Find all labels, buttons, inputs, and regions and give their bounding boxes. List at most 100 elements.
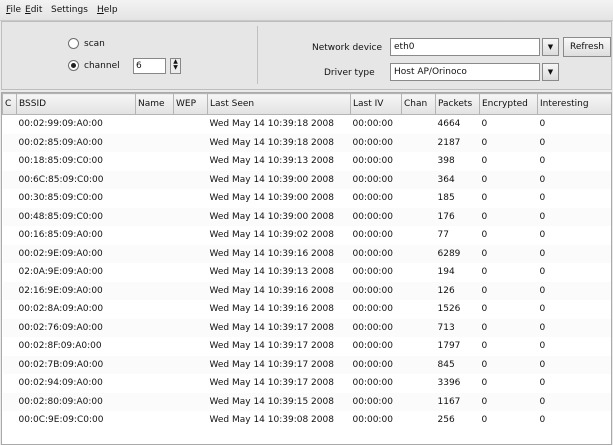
col-header-interesting[interactable]: Interesting xyxy=(537,93,611,115)
cell-last-seen: Wed May 14 10:39:00 2008 xyxy=(207,170,351,189)
table-row[interactable]: 00:30:85:09:C0:00 Wed May 14 10:39:00 200… xyxy=(3,189,612,208)
cell-chan xyxy=(401,281,436,300)
cell-wep xyxy=(174,152,208,171)
refresh-button[interactable]: Refresh xyxy=(563,37,611,57)
network-device-field[interactable]: eth0 xyxy=(390,38,540,56)
cell-name xyxy=(135,207,174,226)
menu-file[interactable]: File xyxy=(6,5,21,15)
cell-wep xyxy=(174,189,208,208)
cell-interesting: 0 xyxy=(539,267,546,278)
channel-stepper[interactable]: ▲ ▼ xyxy=(170,58,181,74)
menu-edit[interactable]: Edit xyxy=(25,5,42,15)
table-header-row: C BSSID Name WEP Last Seen Last IV Chan … xyxy=(2,93,611,115)
table-row[interactable]: 00:16:85:09:A0:00 Wed May 14 10:39:02 200… xyxy=(3,226,612,245)
channel-input[interactable]: 6 xyxy=(133,58,166,74)
cell-chan xyxy=(401,170,436,189)
cell-c xyxy=(3,337,17,356)
cell-c xyxy=(3,411,17,430)
table-row[interactable]: 00:02:8F:09:A0:00 Wed May 14 10:39:17 200… xyxy=(3,337,612,356)
table-row[interactable]: 00:02:8A:09:A0:00 Wed May 14 10:39:16 200… xyxy=(3,300,612,319)
col-header-name[interactable]: Name xyxy=(135,93,174,115)
cell-c xyxy=(2,244,17,263)
cell-encrypted: 0 xyxy=(481,119,488,130)
network-device-label: Network device xyxy=(312,43,383,53)
col-header-bssid[interactable]: BSSID xyxy=(16,93,136,115)
scan-radio[interactable] xyxy=(68,38,79,49)
cell-encrypted: 0 xyxy=(481,341,488,352)
cell-chan xyxy=(401,318,436,337)
cell-chan xyxy=(402,263,436,282)
table-row[interactable]: 00:18:85:09:C0:00 Wed May 14 10:39:13 200… xyxy=(3,152,612,171)
table-row[interactable]: 00:02:7B:09:A0:00 Wed May 14 10:39:17 200… xyxy=(2,355,611,374)
cell-c xyxy=(3,300,17,319)
cell-name xyxy=(135,318,174,337)
col-header-last-iv[interactable]: Last IV xyxy=(350,93,402,115)
cell-packets: 1526 xyxy=(437,304,461,315)
cell-name xyxy=(136,152,174,171)
table-row[interactable]: 00:0C:9E:09:C0:00 Wed May 14 10:39:08 200… xyxy=(3,411,612,430)
table-row[interactable]: 00:02:76:09:A0:00 Wed May 14 10:39:17 200… xyxy=(2,318,611,337)
cell-encrypted: 0 xyxy=(479,281,538,300)
cell-last-seen: Wed May 14 10:39:17 2008 xyxy=(207,355,351,374)
cell-bssid: 00:30:85:09:C0:00 xyxy=(18,193,103,204)
cell-chan xyxy=(402,226,436,245)
col-header-encrypted[interactable]: Encrypted xyxy=(479,93,538,115)
cell-chan xyxy=(402,300,436,319)
cell-name xyxy=(136,226,174,245)
cell-last-seen: Wed May 14 10:39:13 2008 xyxy=(209,156,334,167)
cell-wep xyxy=(173,318,208,337)
cell-wep xyxy=(173,281,208,300)
cell-last-seen: Wed May 14 10:39:17 2008 xyxy=(207,318,351,337)
cell-last-iv: 00:00:00 xyxy=(350,318,402,337)
cell-name xyxy=(135,355,174,374)
cell-bssid: 00:02:8F:09:A0:00 xyxy=(18,341,102,352)
chevron-down-icon[interactable]: ▼ xyxy=(171,65,180,71)
cell-c xyxy=(3,374,17,393)
network-device-dropdown[interactable]: ▼ xyxy=(542,38,559,56)
cell-last-seen: Wed May 14 10:39:08 2008 xyxy=(209,415,334,426)
driver-type-dropdown[interactable]: ▼ xyxy=(542,63,559,81)
menu-help[interactable]: Help xyxy=(97,5,118,15)
table-row[interactable]: 00:48:85:09:C0:00 Wed May 14 10:39:00 200… xyxy=(2,207,611,226)
cell-wep xyxy=(174,263,208,282)
cell-c xyxy=(2,133,17,152)
cell-interesting: 0 xyxy=(537,392,611,411)
table-row[interactable]: 02:16:9E:09:A0:00 Wed May 14 10:39:16 200… xyxy=(2,281,611,300)
col-header-c[interactable]: C xyxy=(2,93,17,115)
cell-bssid: 00:02:76:09:A0:00 xyxy=(16,318,136,337)
col-header-last-seen[interactable]: Last Seen xyxy=(207,93,351,115)
driver-type-field[interactable]: Host AP/Orinoco xyxy=(390,63,540,81)
cell-name xyxy=(136,337,174,356)
cell-interesting: 0 xyxy=(537,355,611,374)
cell-last-seen: Wed May 14 10:39:17 2008 xyxy=(209,378,334,389)
col-header-wep[interactable]: WEP xyxy=(173,93,208,115)
cell-interesting: 0 xyxy=(537,170,611,189)
channel-radio[interactable] xyxy=(68,60,79,71)
menu-settings[interactable]: Settings xyxy=(51,5,88,15)
col-header-chan[interactable]: Chan xyxy=(401,93,436,115)
cell-wep xyxy=(173,244,208,263)
chevron-down-icon: ▼ xyxy=(547,68,554,76)
cell-encrypted: 0 xyxy=(479,244,538,263)
cell-last-iv: 00:00:00 xyxy=(352,304,393,315)
table-row[interactable]: 00:6C:85:09:C0:00 Wed May 14 10:39:00 200… xyxy=(2,170,611,189)
table-row[interactable]: 02:0A:9E:09:A0:00 Wed May 14 10:39:13 200… xyxy=(3,263,612,282)
cell-packets: 185 xyxy=(437,193,455,204)
table-row[interactable]: 00:02:99:09:A0:00 Wed May 14 10:39:18 200… xyxy=(3,115,612,134)
menu-bar: File Edit Settings Help xyxy=(0,0,613,21)
cell-encrypted: 0 xyxy=(479,207,538,226)
cell-interesting: 0 xyxy=(537,281,611,300)
cell-wep xyxy=(174,226,208,245)
cell-last-seen: Wed May 14 10:39:00 2008 xyxy=(209,193,334,204)
cell-wep xyxy=(173,392,208,411)
col-header-packets[interactable]: Packets xyxy=(435,93,480,115)
table-row[interactable]: 00:02:9E:09:A0:00 Wed May 14 10:39:16 200… xyxy=(2,244,611,263)
table-row[interactable]: 00:02:80:09:A0:00 Wed May 14 10:39:15 200… xyxy=(2,392,611,411)
network-table[interactable]: C BSSID Name WEP Last Seen Last IV Chan … xyxy=(1,92,612,445)
cell-c xyxy=(2,170,17,189)
cell-encrypted: 0 xyxy=(479,318,538,337)
table-row[interactable]: 00:02:85:09:A0:00 Wed May 14 10:39:18 200… xyxy=(2,133,611,152)
cell-last-iv: 00:00:00 xyxy=(352,119,393,130)
table-row[interactable]: 00:02:94:09:A0:00 Wed May 14 10:39:17 200… xyxy=(3,374,612,393)
cell-name xyxy=(136,115,174,134)
